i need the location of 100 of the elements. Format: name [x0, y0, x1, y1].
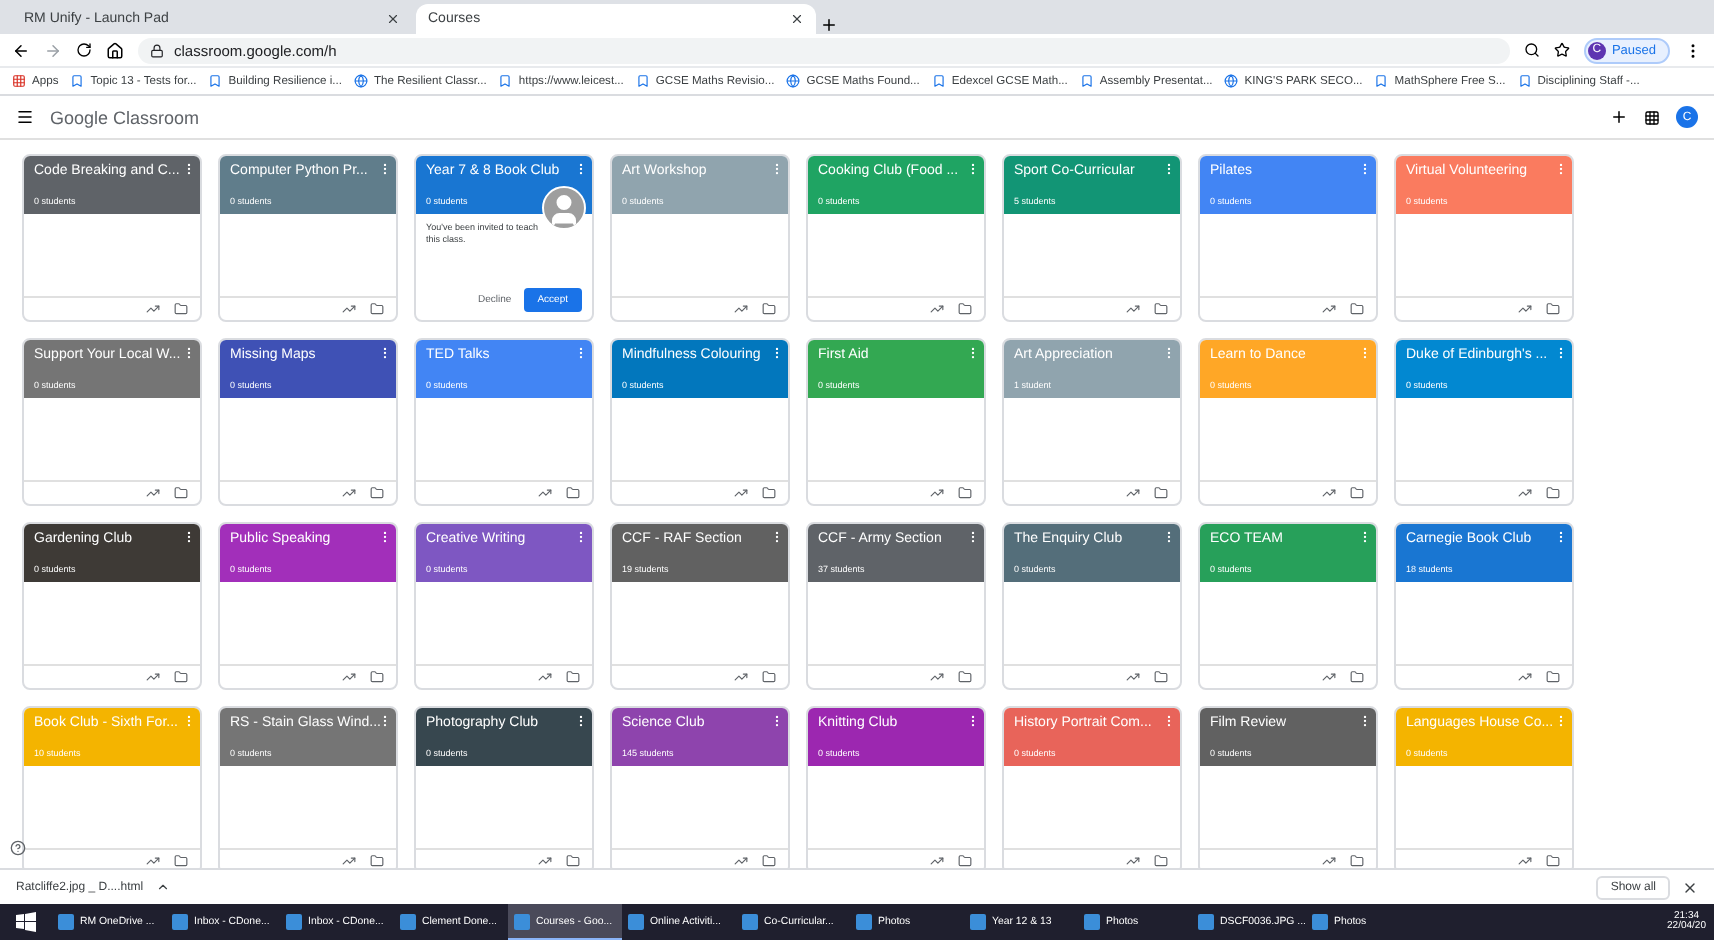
trending-icon — [734, 486, 748, 500]
bookmark-icon — [1079, 74, 1094, 88]
folder-icon — [174, 486, 188, 500]
trending-icon — [930, 854, 944, 868]
folder-icon — [1154, 854, 1168, 868]
more-icon — [1358, 714, 1372, 728]
folder-icon — [370, 302, 384, 316]
trending-icon — [1322, 486, 1336, 500]
add-icon — [1610, 108, 1628, 126]
star-icon — [1553, 42, 1570, 58]
folder-icon — [1546, 854, 1560, 868]
trending-icon — [1518, 854, 1532, 868]
bookmark-icon — [1374, 74, 1389, 88]
folder-icon — [1154, 670, 1168, 684]
app-icon — [628, 913, 644, 929]
trending-icon — [342, 302, 356, 316]
forward-icon — [44, 41, 62, 59]
menu-icon — [16, 108, 34, 126]
app-icon — [742, 913, 758, 929]
folder-icon — [174, 854, 188, 868]
trending-icon — [930, 670, 944, 684]
trending-icon — [1126, 670, 1140, 684]
trending-icon — [1322, 854, 1336, 868]
trending-icon — [1322, 302, 1336, 316]
folder-icon — [958, 854, 972, 868]
app-icon — [286, 913, 302, 929]
app-icon — [514, 913, 530, 929]
more-icon — [182, 714, 196, 728]
add-tab-icon — [820, 16, 838, 34]
trending-icon — [734, 670, 748, 684]
app-icon — [1198, 913, 1214, 929]
globe-icon — [354, 74, 368, 88]
home-icon — [106, 41, 124, 59]
globe-icon — [1224, 74, 1239, 88]
folder-icon — [566, 854, 580, 868]
help-icon — [10, 840, 26, 856]
more-icon — [1162, 162, 1176, 176]
more-icon — [966, 162, 980, 176]
app-icon — [1084, 913, 1100, 929]
folder-icon — [1350, 854, 1364, 868]
more-icon — [182, 530, 196, 544]
folder-icon — [762, 486, 776, 500]
more-icon — [770, 714, 784, 728]
globe-icon — [786, 74, 801, 88]
bookmark-icon — [1517, 74, 1532, 88]
bookmark-icon — [70, 74, 85, 88]
more-icon — [1554, 162, 1568, 176]
more-icon — [1554, 530, 1568, 544]
more-icon — [1358, 346, 1372, 360]
trending-icon — [342, 486, 356, 500]
close-icon — [386, 12, 400, 26]
more-icon — [1162, 530, 1176, 544]
folder-icon — [1154, 486, 1168, 500]
more-icon — [770, 346, 784, 360]
trending-icon — [538, 486, 552, 500]
trending-icon — [1518, 302, 1532, 316]
apps-grid-icon — [12, 74, 26, 88]
lock-icon — [150, 43, 164, 57]
more-icon — [574, 346, 588, 360]
app-icon — [970, 913, 986, 929]
trending-icon — [1518, 486, 1532, 500]
more-icon — [770, 530, 784, 544]
folder-icon — [958, 486, 972, 500]
trending-icon — [538, 854, 552, 868]
more-icon — [1554, 714, 1568, 728]
folder-icon — [174, 670, 188, 684]
trending-icon — [930, 302, 944, 316]
search-icon — [1523, 42, 1540, 58]
trending-icon — [146, 486, 160, 500]
more-icon — [574, 530, 588, 544]
app-logo-text: Google Classroom — [50, 107, 202, 127]
bookmark-icon — [931, 74, 946, 88]
folder-icon — [566, 486, 580, 500]
folder-icon — [762, 670, 776, 684]
more-icon — [966, 530, 980, 544]
more-icon — [378, 162, 392, 176]
close-icon — [790, 12, 804, 26]
folder-icon — [1546, 486, 1560, 500]
folder-icon — [1350, 486, 1364, 500]
trending-icon — [538, 670, 552, 684]
more-icon — [966, 346, 980, 360]
more-icon — [1162, 714, 1176, 728]
folder-icon — [370, 670, 384, 684]
trending-icon — [1126, 486, 1140, 500]
back-icon — [12, 41, 30, 59]
app-icon — [1312, 913, 1328, 929]
trending-icon — [342, 854, 356, 868]
app-icon — [856, 913, 872, 929]
folder-icon — [174, 302, 188, 316]
trending-icon — [1322, 670, 1336, 684]
folder-icon — [370, 854, 384, 868]
trending-icon — [734, 302, 748, 316]
trending-icon — [146, 302, 160, 316]
app-icon — [58, 913, 74, 929]
folder-icon — [762, 302, 776, 316]
trending-icon — [930, 486, 944, 500]
reload-icon — [76, 42, 92, 58]
bookmark-icon — [635, 74, 650, 88]
trending-icon — [734, 854, 748, 868]
start-icon[interactable] — [16, 912, 36, 932]
